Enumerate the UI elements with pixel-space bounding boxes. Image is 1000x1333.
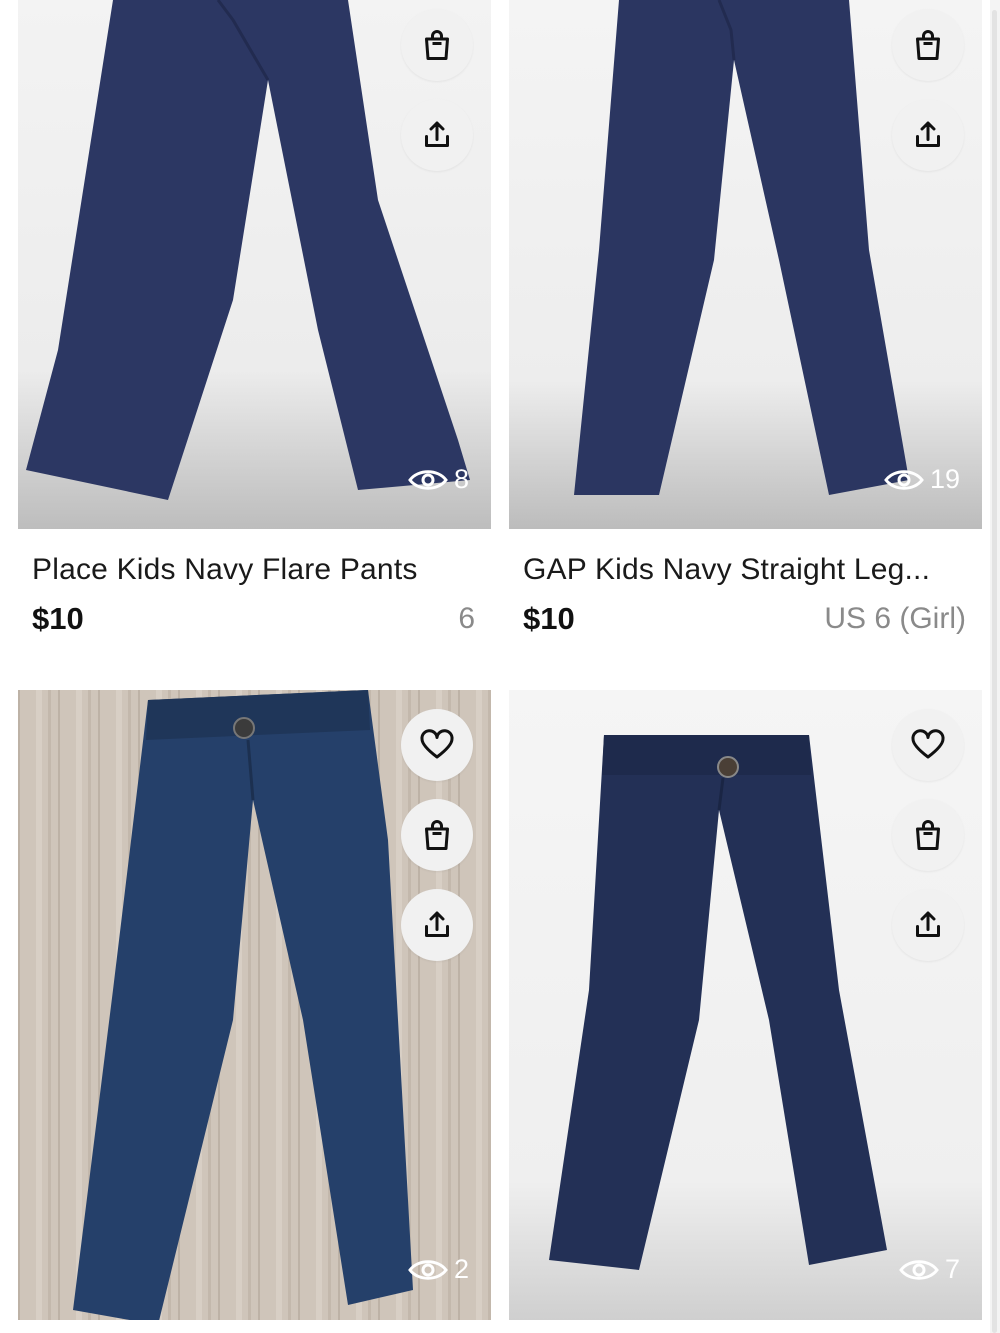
bag-icon [425,30,449,60]
view-count: 8 [408,464,469,495]
listing-image[interactable]: 7 [509,690,982,1320]
share-button[interactable] [892,889,964,961]
view-count: 2 [408,1254,469,1285]
listing-title[interactable]: Place Kids Navy Flare Pants [32,553,477,587]
share-icon [916,121,940,147]
listing-size: 6 [458,602,475,635]
navy-skinny-pants-on-wood-photo [18,690,491,1320]
share-icon [425,911,449,937]
share-button[interactable] [401,889,473,961]
scrollbar[interactable] [990,0,1000,1333]
view-count: 19 [884,464,960,495]
listing-title[interactable]: GAP Kids Navy Straight Leg... [523,553,968,587]
like-button[interactable] [401,709,473,781]
add-to-bag-button[interactable] [892,799,964,871]
eye-icon [884,469,924,490]
like-button[interactable] [892,709,964,781]
listing-image[interactable]: 19 [509,0,982,529]
view-count-value: 2 [453,1254,469,1284]
view-count-value: 8 [453,464,469,494]
listing-price: $10 [32,601,84,636]
share-button[interactable] [401,99,473,171]
share-icon [425,121,449,147]
bag-icon [425,820,449,850]
view-count-value: 19 [929,464,960,494]
add-to-bag-button[interactable] [401,799,473,871]
navy-chino-pants-photo [509,690,982,1320]
scrollbar-thumb[interactable] [992,10,997,1333]
bag-icon [916,820,940,850]
navy-straight-leg-pants-photo [509,0,982,529]
heart-icon [420,729,454,759]
heart-icon [911,729,945,759]
share-button[interactable] [892,99,964,171]
add-to-bag-button[interactable] [401,9,473,81]
eye-icon [408,469,448,490]
listing-size: US 6 (Girl) [824,602,966,635]
eye-icon [899,1259,939,1280]
view-count-value: 7 [944,1254,960,1284]
navy-flare-pants-photo [18,0,491,529]
listing-price: $10 [523,601,575,636]
listing-card[interactable]: 8 Place Kids Navy Flare Pants $10 6 [18,0,491,637]
listing-image[interactable]: 2 [18,690,491,1320]
view-count: 7 [899,1254,960,1285]
eye-icon [408,1259,448,1280]
listing-card[interactable]: 7 [509,690,982,1320]
share-icon [916,911,940,937]
listing-card[interactable]: 2 [18,690,491,1320]
bag-icon [916,30,940,60]
listing-card[interactable]: 19 GAP Kids Navy Straight Leg... $10 US … [509,0,982,637]
add-to-bag-button[interactable] [892,9,964,81]
listing-image[interactable]: 8 [18,0,491,529]
